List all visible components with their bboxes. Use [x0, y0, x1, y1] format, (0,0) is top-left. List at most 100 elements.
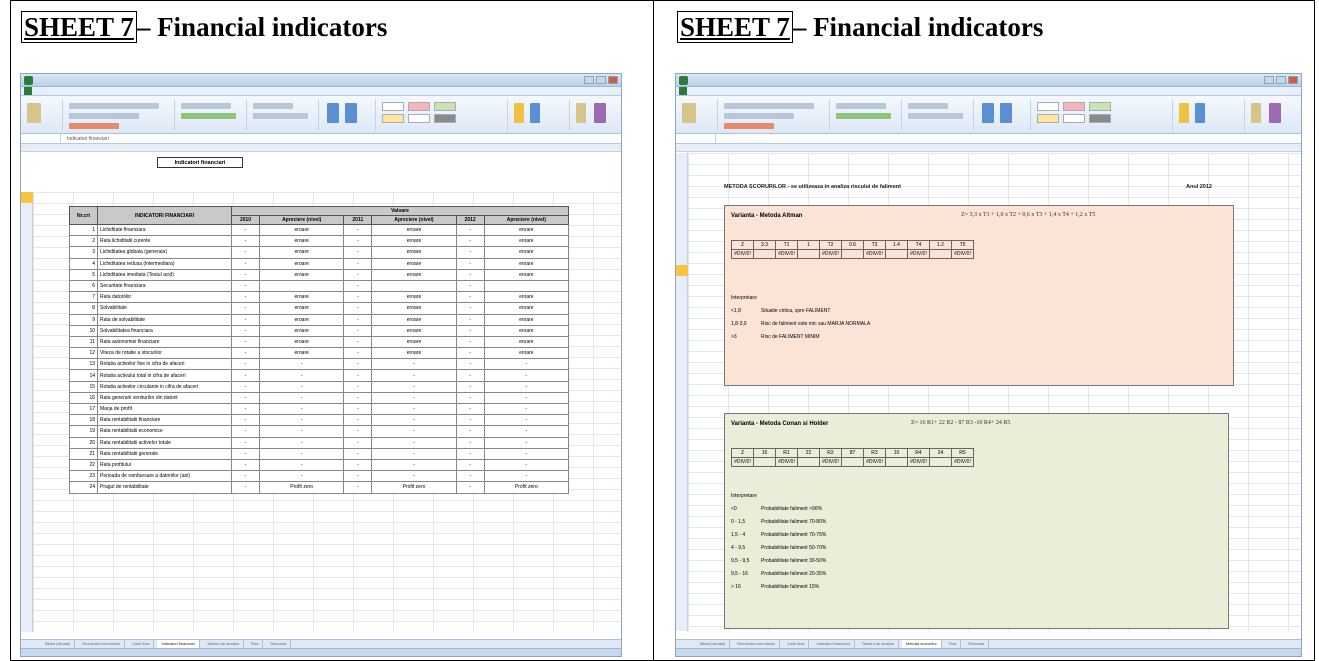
coef-header-cell[interactable]: 0.6: [841, 240, 864, 250]
value-2011[interactable]: -: [343, 268, 373, 281]
value-2012[interactable]: -: [455, 481, 485, 494]
apreciere-2012[interactable]: eroare: [483, 291, 570, 304]
apreciere-2010[interactable]: -: [258, 380, 345, 393]
apreciere-2011[interactable]: eroare: [371, 324, 457, 337]
apreciere-2010[interactable]: eroare: [258, 347, 345, 360]
indicator-name[interactable]: Rata generarii veniturilor din datorii: [97, 391, 232, 405]
row-number[interactable]: 14: [69, 369, 98, 382]
apreciere-2011[interactable]: eroare: [371, 235, 457, 248]
apreciere-2012[interactable]: eroare: [483, 268, 570, 281]
value-2012[interactable]: -: [455, 313, 485, 326]
coef-value-cell[interactable]: #DIV/0!: [951, 249, 974, 259]
coef-header-cell[interactable]: T3: [863, 240, 886, 250]
indicator-name[interactable]: Lichiditatea redusa (intermediara): [97, 257, 232, 270]
sheet-tab[interactable]: Cash flow: [783, 640, 810, 648]
value-2010[interactable]: -: [231, 458, 260, 472]
row-number[interactable]: 16: [69, 391, 98, 405]
sheet-tab[interactable]: Rezumat: [964, 640, 990, 648]
coef-value-cell[interactable]: #DIV/0!: [951, 457, 974, 467]
apreciere-2012[interactable]: -: [483, 402, 570, 416]
value-2012[interactable]: -: [455, 380, 485, 393]
formula-bar[interactable]: [676, 134, 1301, 144]
row-number[interactable]: 12: [69, 347, 98, 360]
value-2012[interactable]: -: [455, 246, 485, 259]
coef-value-cell[interactable]: #DIV/0!: [731, 249, 754, 259]
value-2011[interactable]: -: [343, 447, 373, 460]
row-number[interactable]: 23: [69, 470, 98, 483]
coef-header-cell[interactable]: 24: [929, 448, 952, 458]
value-2012[interactable]: -: [455, 358, 485, 371]
value-2012[interactable]: -: [455, 458, 485, 472]
indicator-name[interactable]: Rata autonomiei financiare: [97, 335, 232, 349]
apreciere-2010[interactable]: Profit zero: [258, 481, 345, 494]
value-2012[interactable]: -: [455, 414, 485, 427]
coef-header-cell[interactable]: 10: [885, 448, 908, 458]
value-2012[interactable]: -: [455, 302, 485, 315]
apreciere-2012[interactable]: eroare: [483, 246, 570, 259]
apreciere-2012[interactable]: [483, 279, 570, 293]
coef-value-cell[interactable]: [797, 457, 820, 467]
row-number[interactable]: 10: [69, 324, 98, 337]
sheet-tab[interactable]: Bilant (situatii): [41, 640, 76, 648]
formula-input[interactable]: [716, 134, 722, 143]
indicator-name[interactable]: Viteza de rotatie a stocurilor: [97, 347, 232, 360]
value-2010[interactable]: -: [231, 380, 260, 393]
row-number[interactable]: 3: [69, 246, 98, 259]
apreciere-2012[interactable]: -: [483, 436, 570, 449]
formula-input[interactable]: Indicatori financiari: [61, 134, 109, 143]
value-2011[interactable]: -: [343, 436, 373, 449]
value-2011[interactable]: -: [343, 324, 373, 337]
apreciere-2010[interactable]: -: [258, 414, 345, 427]
value-2011[interactable]: -: [343, 313, 373, 326]
apreciere-2012[interactable]: -: [483, 358, 570, 371]
value-2010[interactable]: -: [231, 436, 260, 449]
minimize-button[interactable]: [1264, 76, 1274, 84]
coef-header-cell[interactable]: 16: [753, 448, 776, 458]
coef-header-cell[interactable]: 22: [797, 448, 820, 458]
value-2010[interactable]: -: [231, 313, 260, 326]
row-number[interactable]: 21: [69, 447, 98, 460]
value-2010[interactable]: -: [231, 291, 260, 304]
indicator-name[interactable]: Pragul de rentabilitate: [97, 481, 232, 494]
apreciere-2011[interactable]: -: [371, 470, 457, 483]
value-2011[interactable]: -: [343, 380, 373, 393]
value-2012[interactable]: -: [455, 447, 485, 460]
apreciere-2012[interactable]: -: [483, 470, 570, 483]
sheet-tab[interactable]: Metoda scorurilor: [901, 640, 942, 648]
name-box[interactable]: [21, 134, 61, 143]
value-2010[interactable]: -: [231, 402, 260, 416]
indicator-name[interactable]: Rata rentabilitatii financiare: [97, 414, 232, 427]
apreciere-2010[interactable]: eroare: [258, 291, 345, 304]
row-number[interactable]: 5: [69, 268, 98, 281]
coef-header-cell[interactable]: R3: [863, 448, 886, 458]
value-2011[interactable]: -: [343, 402, 373, 416]
coef-value-cell[interactable]: #DIV/0!: [819, 249, 842, 259]
apreciere-2011[interactable]: eroare: [371, 347, 457, 360]
apreciere-2010[interactable]: eroare: [258, 223, 345, 237]
maximize-button[interactable]: [1276, 76, 1286, 84]
apreciere-2011[interactable]: eroare: [371, 313, 457, 326]
apreciere-2011[interactable]: -: [371, 458, 457, 472]
value-2010[interactable]: -: [231, 369, 260, 382]
value-2012[interactable]: -: [455, 391, 485, 405]
sheet-tab[interactable]: Rezultatul exercitiului: [78, 640, 125, 648]
apreciere-2012[interactable]: eroare: [483, 257, 570, 270]
apreciere-2012[interactable]: -: [483, 425, 570, 438]
coef-header-cell[interactable]: T5: [951, 240, 974, 250]
formula-bar[interactable]: Indicatori financiari: [21, 134, 621, 144]
coef-header-cell[interactable]: 1.4: [885, 240, 908, 250]
coef-value-cell[interactable]: [753, 457, 776, 467]
value-2010[interactable]: -: [231, 447, 260, 460]
apreciere-2010[interactable]: eroare: [258, 246, 345, 259]
value-2011[interactable]: -: [343, 302, 373, 315]
value-2011[interactable]: -: [343, 481, 373, 494]
value-2012[interactable]: -: [455, 279, 485, 293]
value-2011[interactable]: -: [343, 391, 373, 405]
value-2012[interactable]: -: [455, 291, 485, 304]
row-number[interactable]: 13: [69, 358, 98, 371]
apreciere-2012[interactable]: -: [483, 369, 570, 382]
value-2011[interactable]: -: [343, 358, 373, 371]
row-number[interactable]: 7: [69, 291, 98, 304]
apreciere-2010[interactable]: -: [258, 458, 345, 472]
value-2010[interactable]: -: [231, 391, 260, 405]
